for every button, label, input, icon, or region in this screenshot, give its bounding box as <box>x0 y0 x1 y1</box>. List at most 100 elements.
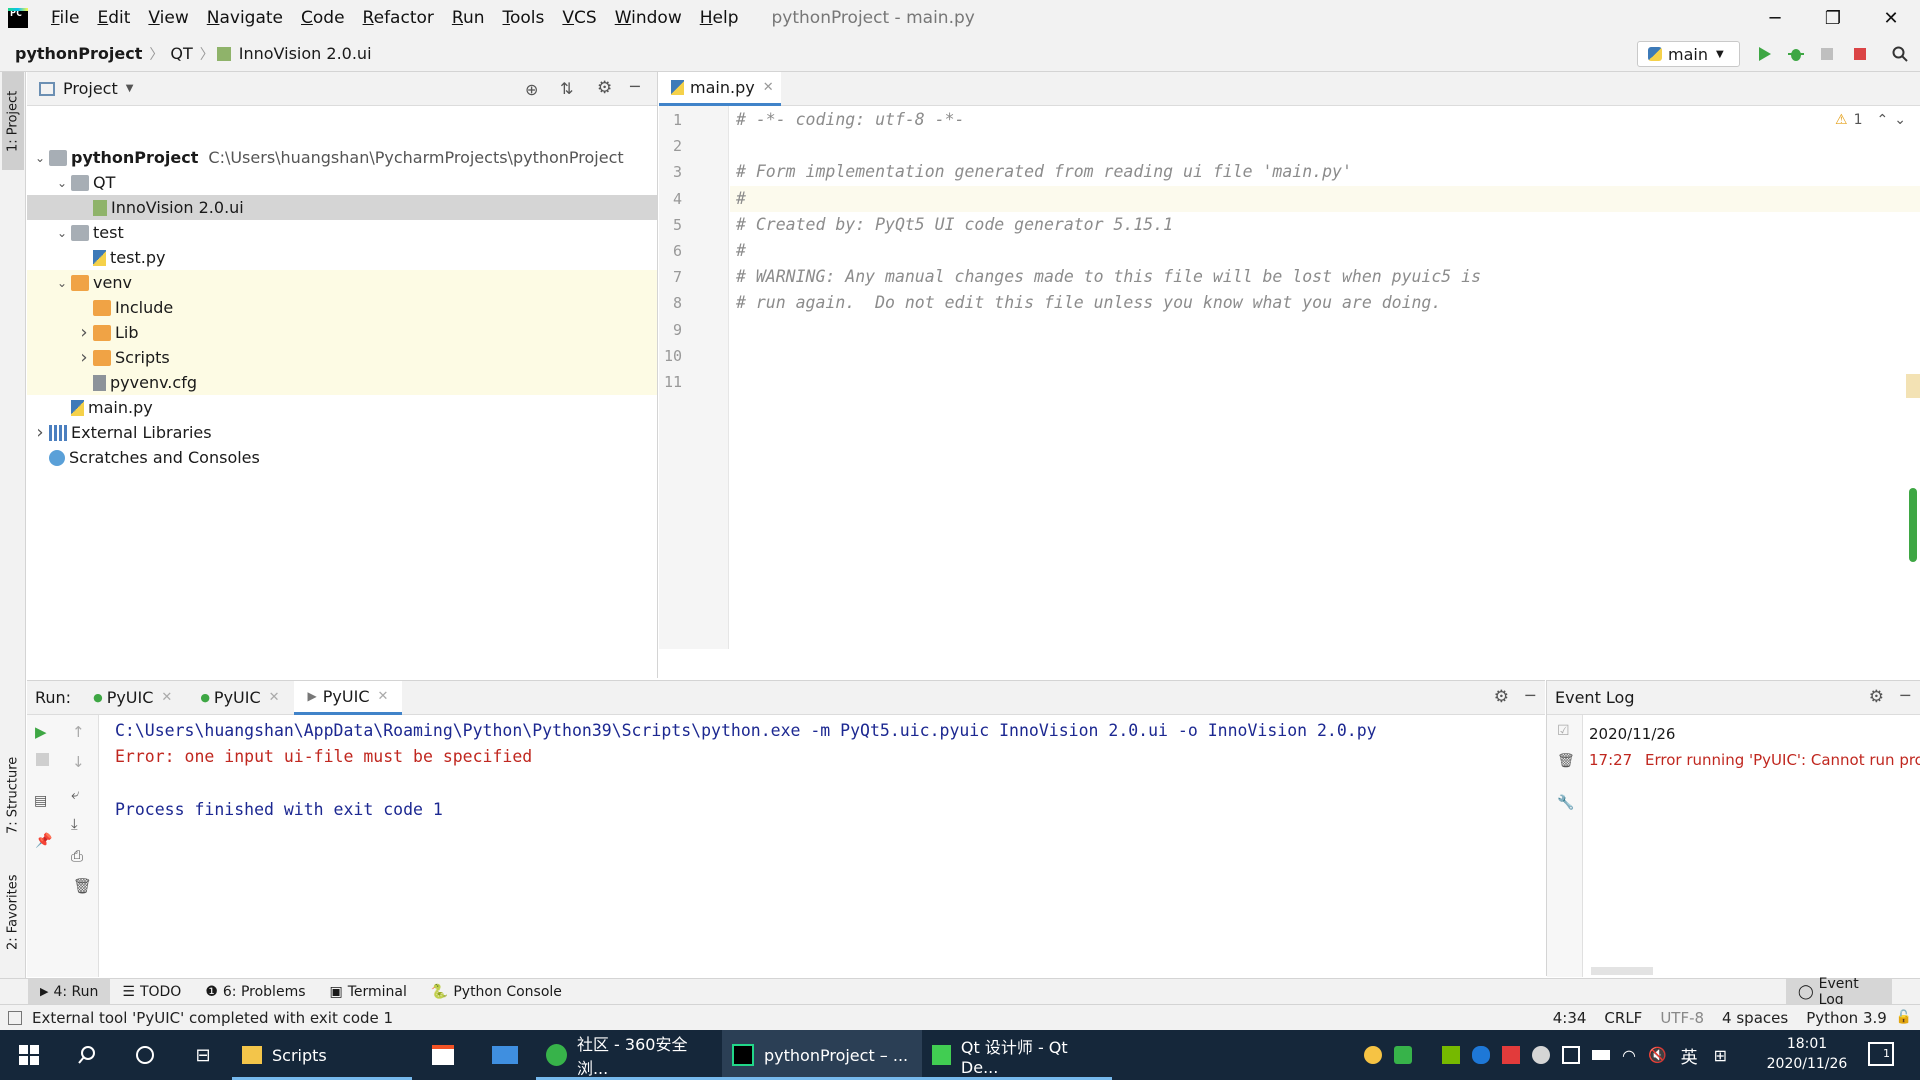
taskbar-mail[interactable] <box>474 1030 536 1080</box>
run-configuration-selector[interactable]: main ▼ <box>1637 41 1740 67</box>
menu-run[interactable]: Run <box>443 8 494 28</box>
run-tab-pyuic-1[interactable]: ● PyUIC ✕ <box>79 681 186 715</box>
restore-button[interactable]: ❐ <box>1804 0 1862 36</box>
wrench-icon[interactable]: 🔧 <box>1557 795 1574 811</box>
tool-terminal[interactable]: ▣ Terminal <box>318 979 419 1005</box>
gear-icon[interactable]: ⚙ <box>1869 687 1884 707</box>
lock-icon[interactable]: 🔓 <box>1896 1010 1912 1025</box>
menu-refactor[interactable]: Refactor <box>354 8 443 28</box>
project-tree-row[interactable]: main.py <box>27 395 657 420</box>
mark-read-icon[interactable]: ☑ <box>1557 723 1570 739</box>
indent-setting[interactable]: 4 spaces <box>1713 1009 1797 1027</box>
project-tree-row[interactable]: ⌄ QT <box>27 170 657 195</box>
breadcrumb-file[interactable]: InnoVision 2.0.ui <box>235 44 376 63</box>
trash-icon[interactable]: 🗑 <box>1557 753 1575 769</box>
project-tree-row[interactable]: ⌄ pythonProject C:\Users\huangshan\Pycharm… <box>27 145 657 170</box>
soft-wrap-icon[interactable]: ⤶ <box>71 785 79 803</box>
menu-file[interactable]: File <box>42 8 88 28</box>
taskbar-app-pycharm[interactable]: pythonProject – ... <box>722 1030 922 1080</box>
project-view-selector[interactable]: Project <box>63 79 118 98</box>
chevron-right-icon[interactable]: › <box>75 347 93 368</box>
project-tree-row[interactable]: Scratches and Consoles <box>27 445 657 470</box>
taskbar-app-scripts[interactable]: Scripts <box>232 1030 412 1080</box>
locate-file-icon[interactable]: ⊕ <box>525 80 538 99</box>
search-button[interactable] <box>58 1030 116 1080</box>
editor-tab-main-py[interactable]: main.py ✕ <box>659 72 781 106</box>
tray-user-icon[interactable] <box>1532 1046 1550 1064</box>
project-tree-row[interactable]: ⌄ test <box>27 220 657 245</box>
project-tree-row[interactable]: pyvenv.cfg <box>27 370 657 395</box>
chevron-down-icon[interactable]: ▼ <box>126 83 134 94</box>
tool-todo[interactable]: ☰ TODO <box>110 979 193 1005</box>
debug-icon[interactable] <box>1787 45 1805 63</box>
tray-shield-icon[interactable] <box>1394 1046 1412 1064</box>
menu-view[interactable]: View <box>139 8 197 28</box>
close-tab-icon[interactable]: ✕ <box>161 690 172 705</box>
ime-indicator[interactable]: 英 <box>1681 1043 1698 1068</box>
interpreter-selector[interactable]: Python 3.9 <box>1797 1009 1896 1027</box>
close-tab-icon[interactable]: ✕ <box>269 690 280 705</box>
project-tree-row[interactable]: Include <box>27 295 657 320</box>
chevron-down-icon[interactable]: ⌄ <box>31 151 49 165</box>
search-everywhere-icon[interactable] <box>1891 45 1909 63</box>
chevron-right-icon[interactable]: › <box>31 422 49 443</box>
gear-icon[interactable]: ⚙ <box>1494 687 1509 707</box>
line-separator[interactable]: CRLF <box>1595 1009 1651 1027</box>
minimize-button[interactable]: ─ <box>1746 0 1804 36</box>
tool-event-log[interactable]: ◯ Event Log <box>1786 976 1892 1008</box>
project-tool-tab[interactable]: 1: Project <box>2 72 24 170</box>
notification-center-button[interactable]: 1 <box>1868 1042 1894 1066</box>
chevron-down-icon[interactable]: ⌄ <box>1894 112 1906 128</box>
cortana-button[interactable] <box>116 1030 174 1080</box>
project-tree-row[interactable]: test.py <box>27 245 657 270</box>
tray-bluetooth-icon[interactable] <box>1472 1046 1490 1064</box>
run-icon[interactable] <box>1755 45 1773 63</box>
up-arrow-icon[interactable]: ↑ <box>72 723 85 741</box>
menu-edit[interactable]: Edit <box>88 8 139 28</box>
taskbar-clock[interactable]: 18:01 2020/11/26 <box>1752 1034 1862 1074</box>
close-tab-icon[interactable]: ✕ <box>763 80 774 95</box>
volume-muted-icon[interactable]: 🔇 <box>1648 1046 1667 1064</box>
wifi-icon[interactable]: ◠ <box>1622 1046 1636 1065</box>
close-window-button[interactable]: ✕ <box>1862 0 1920 36</box>
stop-icon[interactable] <box>36 753 49 766</box>
chevron-down-icon[interactable]: ⌄ <box>53 176 71 190</box>
structure-tool-tab[interactable]: 7: Structure <box>2 740 24 850</box>
chevron-right-icon[interactable]: › <box>75 322 93 343</box>
menu-code[interactable]: Code <box>292 8 354 28</box>
project-tree-row[interactable]: › External Libraries <box>27 420 657 445</box>
trash-icon[interactable]: 🗑 <box>73 877 92 895</box>
hide-panel-icon[interactable]: ─ <box>630 77 640 96</box>
pin-icon[interactable]: 📌 <box>35 833 52 849</box>
menu-vcs[interactable]: VCS <box>553 8 605 28</box>
tray-security-icon[interactable] <box>1502 1046 1520 1064</box>
stop-icon[interactable] <box>1851 45 1869 63</box>
tool-python-console[interactable]: 🐍 Python Console <box>419 979 574 1005</box>
project-tree-row[interactable]: › Lib <box>27 320 657 345</box>
menu-help[interactable]: Help <box>691 8 748 28</box>
chevron-down-icon[interactable]: ⌄ <box>53 276 71 290</box>
project-tree-row[interactable]: › Scripts <box>27 345 657 370</box>
status-toggle-icon[interactable] <box>8 1010 22 1025</box>
keyboard-layout-icon[interactable]: ⊞ <box>1714 1046 1727 1065</box>
gear-icon[interactable]: ⚙ <box>597 78 612 98</box>
inspection-widget[interactable]: ⚠ 1 ⌃ ⌄ <box>1835 112 1906 128</box>
project-tree-row[interactable]: ⌄ venv <box>27 270 657 295</box>
hide-panel-icon[interactable]: ─ <box>1900 686 1910 705</box>
status-message[interactable]: External tool 'PyUIC' completed with exi… <box>32 1009 402 1027</box>
taskbar-store[interactable] <box>412 1030 474 1080</box>
event-log-hscrollbar[interactable] <box>1591 967 1653 975</box>
tool-problems[interactable]: ❶ 6: Problems <box>193 979 317 1005</box>
menu-window[interactable]: Window <box>606 8 691 28</box>
taskbar-app-qt-designer[interactable]: Qt 设计师 - Qt De... <box>922 1030 1112 1080</box>
tray-battery-icon[interactable] <box>1592 1050 1610 1060</box>
caret-position[interactable]: 4:34 <box>1544 1009 1596 1027</box>
event-log-entry[interactable]: 17:27 Error running 'PyUIC': Cannot run … <box>1589 751 1920 769</box>
chevron-up-icon[interactable]: ⌃ <box>1877 112 1889 128</box>
file-encoding[interactable]: UTF-8 <box>1651 1009 1713 1027</box>
coverage-icon[interactable] <box>1819 45 1837 63</box>
down-arrow-icon[interactable]: ↓ <box>72 753 85 771</box>
menu-tools[interactable]: Tools <box>494 8 554 28</box>
run-tab-pyuic-2[interactable]: ● PyUIC ✕ <box>186 681 293 715</box>
hide-panel-icon[interactable]: ─ <box>1525 686 1535 705</box>
